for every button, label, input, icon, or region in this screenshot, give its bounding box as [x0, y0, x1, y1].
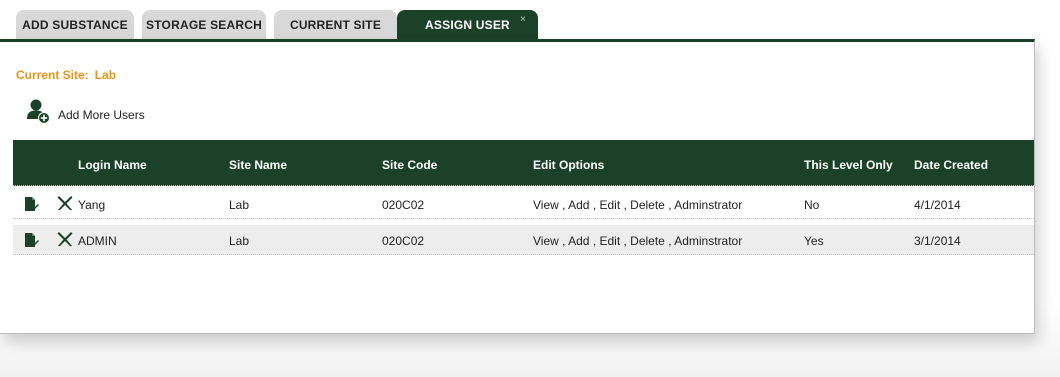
tab-label: STORAGE SEARCH — [146, 18, 262, 32]
tab-assign-user[interactable]: ASSIGN USER × — [397, 10, 538, 40]
edit-icon[interactable] — [23, 196, 39, 212]
current-site-caption: Current Site: — [16, 68, 89, 82]
column-header-edit-options[interactable]: Edit Options — [533, 158, 604, 172]
column-header-this-level-only[interactable]: This Level Only — [804, 158, 893, 172]
current-site-label: Current Site: Lab — [16, 68, 116, 82]
tab-current-site[interactable]: CURRENT SITE — [274, 10, 397, 40]
app-frame: ADD SUBSTANCE STORAGE SEARCH CURRENT SIT… — [0, 0, 1060, 377]
cell-date-created: 4/1/2014 — [914, 198, 961, 212]
cell-this-level-only: Yes — [804, 234, 824, 248]
cell-date-created: 3/1/2014 — [914, 234, 961, 248]
table-row: Yang Lab 020C02 View , Add , Edit , Dele… — [13, 189, 1034, 219]
add-more-users-button[interactable]: Add More Users — [26, 96, 145, 126]
tab-close-icon[interactable]: × — [520, 14, 526, 25]
table-row: ADMIN Lab 020C02 View , Add , Edit , Del… — [13, 225, 1034, 255]
current-site-value: Lab — [94, 68, 117, 82]
tab-label: ADD SUBSTANCE — [22, 18, 128, 32]
cell-edit-options: View , Add , Edit , Delete , Adminstrato… — [533, 198, 743, 212]
cell-site-code: 020C02 — [382, 234, 425, 248]
tab-add-substance[interactable]: ADD SUBSTANCE — [16, 10, 134, 40]
delete-icon[interactable] — [57, 231, 73, 247]
tab-label: ASSIGN USER — [425, 18, 510, 32]
cell-site-name: Lab — [229, 198, 250, 212]
tab-label: CURRENT SITE — [289, 18, 382, 32]
tab-storage-search[interactable]: STORAGE SEARCH — [142, 10, 266, 40]
table-header: Login Name Site Name Site Code Edit Opti… — [13, 140, 1034, 186]
delete-icon[interactable] — [57, 195, 73, 211]
column-header-date-created[interactable]: Date Created — [914, 158, 988, 172]
column-header-login-name[interactable]: Login Name — [78, 158, 147, 172]
cell-login-name: Yang — [78, 198, 106, 212]
cell-site-name: Lab — [229, 234, 250, 248]
cell-site-code: 020C02 — [382, 198, 425, 212]
column-header-site-name[interactable]: Site Name — [229, 158, 287, 172]
add-more-users-label: Add More Users — [58, 108, 145, 122]
edit-icon[interactable] — [23, 232, 39, 248]
cell-edit-options: View , Add , Edit , Delete , Adminstrato… — [533, 234, 743, 248]
column-header-site-code[interactable]: Site Code — [382, 158, 437, 172]
add-user-icon — [27, 99, 50, 124]
cell-this-level-only: No — [804, 198, 820, 212]
cell-login-name: ADMIN — [78, 234, 117, 248]
assign-user-panel: Current Site: Lab Add More Users Login Na… — [0, 39, 1035, 334]
